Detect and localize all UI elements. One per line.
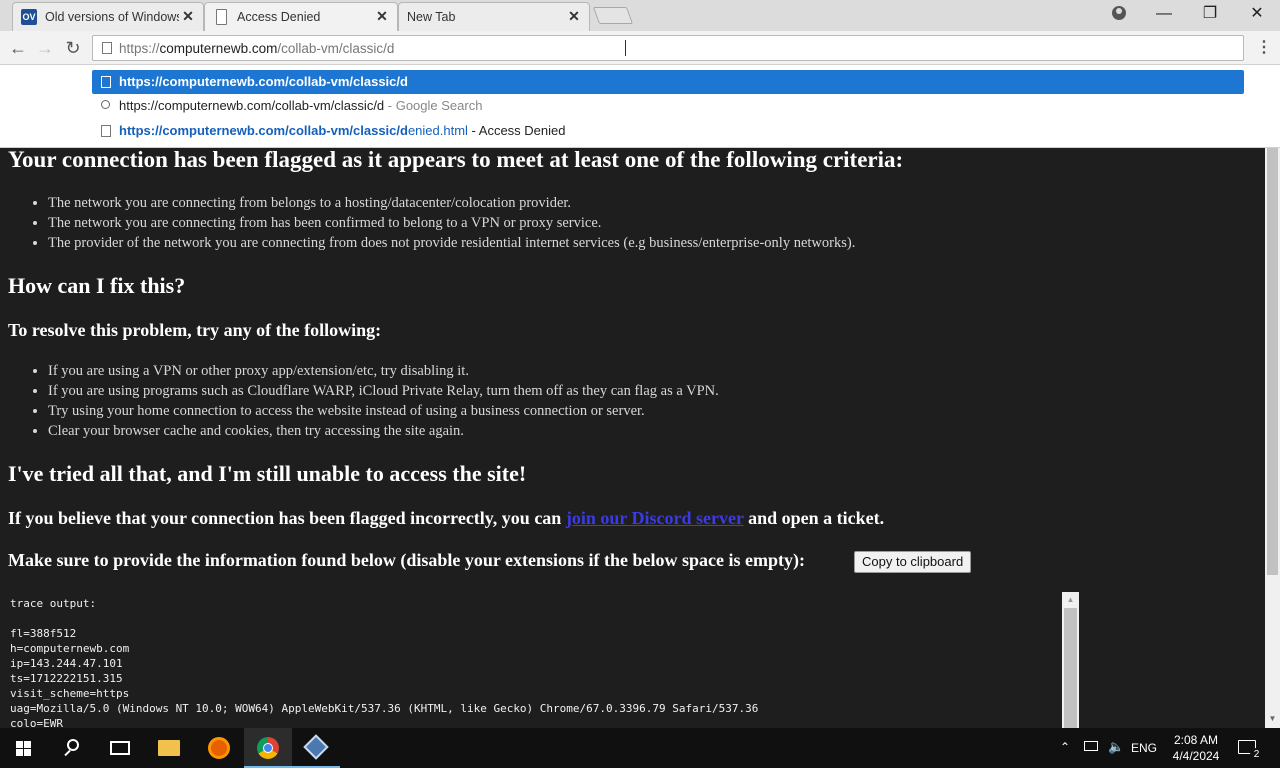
tab-title: Access Denied bbox=[237, 10, 321, 24]
address-bar-url[interactable]: https://computernewb.com/collab-vm/class… bbox=[119, 41, 394, 56]
url-path: /collab-vm/classic/d bbox=[277, 41, 395, 56]
flagged-text: If you believe that your connection has … bbox=[8, 508, 566, 528]
suggestion-search[interactable]: https://computernewb.com/collab-vm/class… bbox=[92, 94, 1244, 118]
back-arrow-icon[interactable]: ← bbox=[7, 37, 29, 59]
tab-strip: OV Old versions of Windows ✕ Access Deni… bbox=[0, 0, 1280, 31]
close-icon[interactable]: ✕ bbox=[567, 9, 581, 23]
page-scrollbar[interactable]: ▼ bbox=[1265, 148, 1280, 728]
tab-title: Old versions of Windows bbox=[45, 10, 179, 24]
tab-old-versions[interactable]: OV Old versions of Windows ✕ bbox=[12, 2, 204, 31]
notification-count-badge: 2 bbox=[1250, 748, 1263, 761]
profile-icon[interactable] bbox=[1112, 6, 1126, 20]
list-item: The network you are connecting from has … bbox=[48, 213, 855, 233]
virtualbox-icon bbox=[303, 734, 329, 760]
list-item: The network you are connecting from belo… bbox=[48, 193, 855, 213]
trace-output-text: trace output: fl=388f512 h=computernewb.… bbox=[10, 597, 759, 728]
suggestion-text: https://computernewb.com/collab-vm/class… bbox=[119, 98, 385, 113]
page-content: Your connection has been flagged as it a… bbox=[0, 65, 1265, 728]
volume-muted-icon[interactable]: 🔈 bbox=[1106, 728, 1126, 768]
close-icon[interactable]: ✕ bbox=[181, 9, 195, 23]
search-icon bbox=[101, 100, 110, 109]
taskbar: ⌃ 🔈 ENG 2:08 AM 4/4/2024 2 bbox=[0, 728, 1280, 768]
text-cursor-icon bbox=[625, 40, 627, 56]
discord-link[interactable]: join our Discord server bbox=[566, 508, 744, 528]
fixes-list: If you are using a VPN or other proxy ap… bbox=[48, 361, 719, 441]
suggestion-url-bold: https://computernewb.com/collab-vm/class… bbox=[119, 123, 408, 138]
show-hidden-icons-icon[interactable]: ⌃ bbox=[1058, 728, 1074, 768]
tab-new-tab[interactable]: New Tab ✕ bbox=[398, 2, 590, 31]
virtualbox-button[interactable] bbox=[292, 728, 340, 768]
page-icon bbox=[216, 9, 227, 25]
start-button[interactable] bbox=[0, 728, 48, 768]
suggestion-extra: - Access Denied bbox=[467, 123, 566, 138]
suggestion-text: https://computernewb.com/collab-vm/class… bbox=[119, 74, 408, 89]
chrome-button[interactable] bbox=[244, 728, 292, 768]
browser-toolbar: ← → ↻ https://computernewb.com/collab-vm… bbox=[0, 31, 1280, 65]
suggestion-url-rest: enied.html bbox=[407, 123, 468, 138]
omnibox-suggestions: https://computernewb.com/collab-vm/class… bbox=[0, 65, 1280, 148]
trace-scrollbar[interactable]: ▲ bbox=[1062, 592, 1079, 728]
task-view-button[interactable] bbox=[96, 728, 144, 768]
clock[interactable]: 2:08 AM 4/4/2024 bbox=[1172, 732, 1220, 764]
list-item: Try using your home connection to access… bbox=[48, 401, 719, 421]
chrome-icon bbox=[257, 737, 279, 759]
page-icon bbox=[102, 42, 112, 54]
list-item: If you are using programs such as Cloudf… bbox=[48, 381, 719, 401]
fix-heading: How can I fix this? bbox=[8, 273, 186, 298]
language-indicator[interactable]: ENG bbox=[1131, 728, 1159, 768]
criteria-list: The network you are connecting from belo… bbox=[48, 193, 855, 253]
scrollbar-thumb[interactable] bbox=[1267, 148, 1278, 575]
windows-logo-icon bbox=[16, 741, 32, 757]
page-icon bbox=[101, 125, 111, 137]
url-scheme: https:// bbox=[119, 41, 160, 56]
list-item: If you are using a VPN or other proxy ap… bbox=[48, 361, 719, 381]
clock-date: 4/4/2024 bbox=[1172, 749, 1220, 763]
task-view-icon bbox=[110, 741, 130, 755]
scroll-up-icon[interactable]: ▲ bbox=[1062, 592, 1079, 607]
list-item: Clear your browser cache and cookies, th… bbox=[48, 421, 719, 441]
url-host: computernewb.com bbox=[159, 41, 278, 56]
minimize-button[interactable]: — bbox=[1141, 0, 1187, 28]
search-icon bbox=[67, 739, 79, 751]
list-item: The provider of the network you are conn… bbox=[48, 233, 855, 253]
ov-favicon-icon: OV bbox=[21, 9, 37, 25]
new-tab-button[interactable] bbox=[592, 7, 634, 24]
tab-title: New Tab bbox=[407, 10, 456, 24]
flagged-text-end: and open a ticket. bbox=[743, 508, 885, 528]
window-close-button[interactable]: ✕ bbox=[1234, 0, 1280, 28]
suggestion-url[interactable]: https://computernewb.com/collab-vm/class… bbox=[92, 70, 1244, 94]
firefox-icon bbox=[208, 737, 230, 759]
close-icon[interactable]: ✕ bbox=[375, 9, 389, 23]
scroll-down-icon[interactable]: ▼ bbox=[1265, 714, 1280, 726]
network-icon[interactable] bbox=[1083, 728, 1101, 768]
suggestion-history[interactable]: https://computernewb.com/collab-vm/class… bbox=[92, 119, 1244, 143]
tried-heading: I've tried all that, and I'm still unabl… bbox=[8, 461, 527, 486]
reload-icon[interactable]: ↻ bbox=[62, 37, 84, 59]
copy-to-clipboard-button[interactable]: Copy to clipboard bbox=[854, 551, 972, 573]
suggestion-extra: - Google Search bbox=[384, 98, 483, 113]
firefox-button[interactable] bbox=[195, 728, 243, 768]
folder-icon bbox=[158, 740, 180, 756]
resolve-heading: To resolve this problem, try any of the … bbox=[8, 320, 382, 340]
criteria-heading: Your connection has been flagged as it a… bbox=[8, 147, 904, 172]
tab-access-denied[interactable]: Access Denied ✕ bbox=[204, 2, 398, 31]
search-button[interactable] bbox=[48, 728, 96, 768]
forward-arrow-icon[interactable]: → bbox=[34, 37, 56, 59]
address-bar[interactable]: https://computernewb.com/collab-vm/class… bbox=[92, 35, 1244, 61]
file-explorer-button[interactable] bbox=[146, 728, 194, 768]
scrollbar-thumb[interactable] bbox=[1064, 608, 1077, 728]
restore-button[interactable]: ❐ bbox=[1187, 0, 1233, 28]
page-icon bbox=[101, 76, 111, 88]
clock-time: 2:08 AM bbox=[1173, 733, 1219, 747]
language-text: ENG bbox=[1131, 741, 1158, 755]
provide-info-text: Make sure to provide the information fou… bbox=[8, 550, 806, 570]
menu-dots-icon[interactable]: ⋮ bbox=[1256, 39, 1272, 57]
trace-output-box[interactable]: trace output: fl=388f512 h=computernewb.… bbox=[0, 592, 1080, 728]
flagged-paragraph: If you believe that your connection has … bbox=[8, 508, 884, 529]
